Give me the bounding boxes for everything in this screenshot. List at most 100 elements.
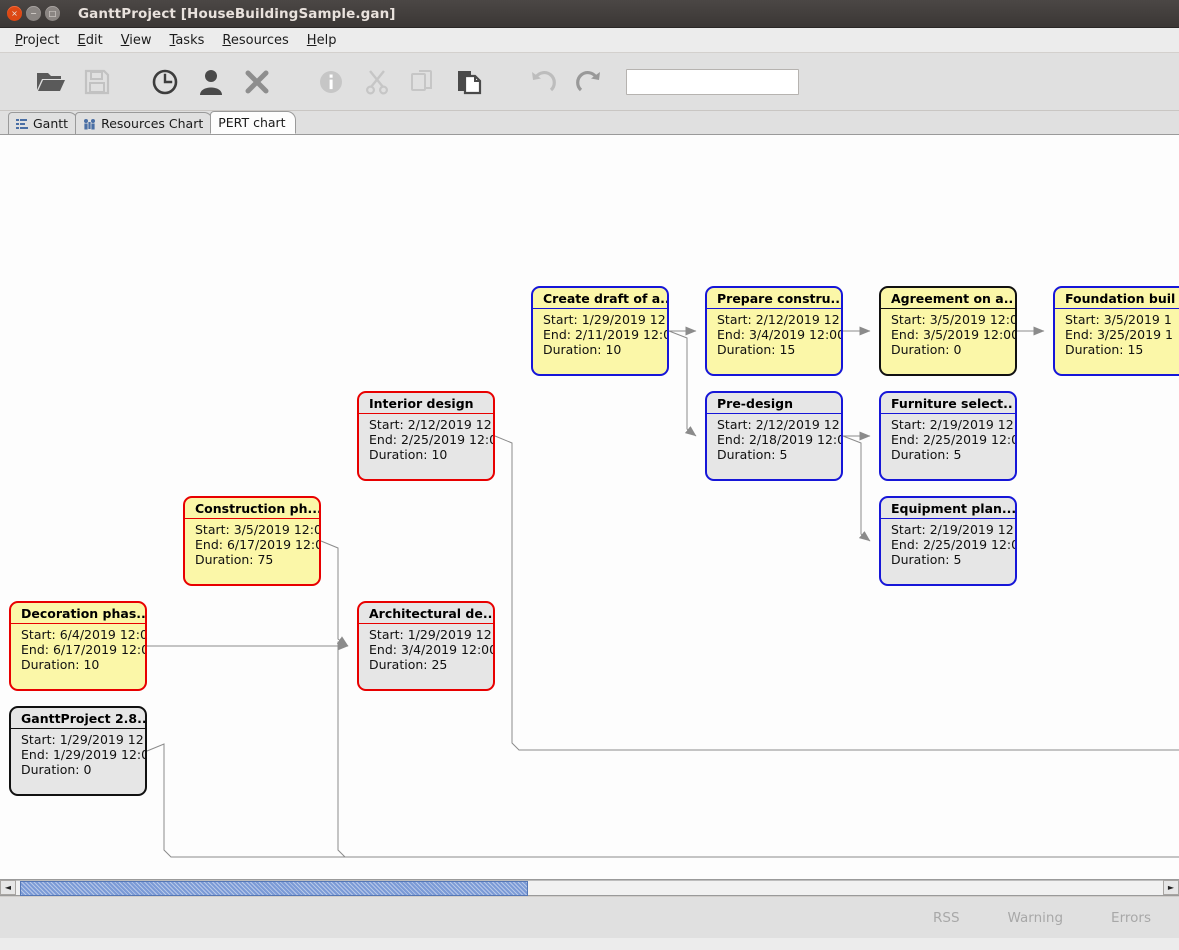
pert-node-start: Start: 1/29/2019 12:00 [369, 627, 493, 642]
scroll-right-button[interactable]: ► [1163, 880, 1179, 895]
pert-node-duration: Duration: 10 [543, 342, 622, 358]
pert-node-end: End: 2/11/2019 12:00 [543, 327, 669, 343]
save-project-button[interactable] [74, 59, 120, 105]
pert-node-duration: Duration: 5 [717, 447, 788, 463]
pert-node-duration: Duration: 15 [1065, 342, 1144, 358]
tab-pert-chart[interactable]: PERT chart [210, 111, 296, 134]
pert-node-title: Construction ph... [195, 501, 321, 516]
pert-node-body: Start: 3/5/2019 1 End: 3/25/2019 1 Durat… [1055, 309, 1179, 363]
pert-node-end: End: 2/25/2019 12:00 [891, 432, 1017, 448]
pert-node-start: Start: 3/5/2019 12:00 [891, 312, 1017, 327]
menu-bar: Project Edit View Tasks Resources Help [0, 28, 1179, 53]
pert-node-end: End: 3/25/2019 1 [1065, 327, 1173, 343]
pert-node-start: Start: 2/12/2019 12:00 [717, 417, 841, 432]
window-maximize-button[interactable]: □ [45, 6, 60, 21]
pert-node-end: End: 6/17/2019 12:00 [195, 537, 321, 553]
cut-button[interactable] [354, 59, 400, 105]
window-title: GanttProject [HouseBuildingSample.gan] [78, 5, 396, 22]
pert-node-interior-design[interactable]: Interior design Start: 2/12/2019 12:00 E… [357, 391, 495, 481]
pert-node-pre-design[interactable]: Pre-design Start: 2/12/2019 12:00 End: 2… [705, 391, 843, 481]
pert-node-decoration-phase[interactable]: Decoration phas... Start: 6/4/2019 12:00… [9, 601, 147, 691]
pert-node-duration: Duration: 25 [369, 657, 448, 673]
pert-node-end: End: 2/25/2019 12:00 [369, 432, 495, 448]
horizontal-scrollbar[interactable]: ◄ ► [0, 879, 1179, 896]
properties-button[interactable] [308, 59, 354, 105]
pert-node-end: End: 2/18/2019 12:00 [717, 432, 843, 448]
delete-button[interactable] [234, 59, 280, 105]
pert-nodes: Create draft of a.. Start: 1/29/2019 12:… [0, 135, 1179, 879]
pert-node-body: Start: 2/12/2019 12:00 End: 2/25/2019 12… [359, 414, 493, 468]
pert-node-title: Create draft of a.. [543, 291, 669, 306]
menu-edit[interactable]: Edit [69, 30, 112, 51]
pert-node-construction-phase[interactable]: Construction ph... Start: 3/5/2019 12:00… [183, 496, 321, 586]
pert-node-end: End: 3/4/2019 12:00 [717, 327, 843, 343]
pert-node-title: Decoration phas... [21, 606, 147, 621]
status-warning[interactable]: Warning [1008, 910, 1064, 926]
pert-node-ganttproject-milestone[interactable]: GanttProject 2.8... Start: 1/29/2019 12:… [9, 706, 147, 796]
pert-node-body: Start: 1/29/2019 12:00 End: 1/29/2019 12… [11, 729, 145, 783]
pert-node-furniture-selection[interactable]: Furniture select.. Start: 2/19/2019 12:0… [879, 391, 1017, 481]
scrollbar-track[interactable] [16, 880, 1163, 896]
pert-node-body: Start: 1/29/2019 12:00 End: 3/4/2019 12:… [359, 624, 493, 678]
scrollbar-thumb[interactable] [20, 881, 528, 896]
minimize-icon: − [30, 8, 37, 18]
search-input[interactable] [626, 68, 799, 95]
open-project-icon [37, 72, 65, 91]
pert-node-equipment-planning[interactable]: Equipment plan... Start: 2/19/2019 12:00… [879, 496, 1017, 586]
delete-icon [245, 70, 269, 93]
menu-resources[interactable]: Resources [213, 30, 297, 51]
pert-chart-canvas[interactable]: Create draft of a.. Start: 1/29/2019 12:… [0, 134, 1179, 879]
redo-button[interactable] [566, 59, 612, 105]
pert-node-body: Start: 2/12/2019 12:00 End: 2/18/2019 12… [707, 414, 841, 468]
pert-node-title: Architectural de.. [369, 606, 493, 621]
pert-node-start: Start: 2/19/2019 12:00 [891, 522, 1015, 537]
pert-node-body: Start: 2/19/2019 12:00 End: 2/25/2019 12… [881, 519, 1015, 573]
pert-node-foundation[interactable]: Foundation buil Start: 3/5/2019 1 End: 3… [1053, 286, 1179, 376]
new-task-icon [152, 69, 178, 94]
pert-node-end: End: 6/17/2019 12:00 [21, 642, 147, 658]
resources-icon [84, 118, 96, 129]
new-task-button[interactable] [142, 59, 188, 105]
window-minimize-button[interactable]: − [26, 6, 41, 21]
pert-node-start: Start: 3/5/2019 12:00 [195, 522, 321, 537]
tab-pert-chart-label: PERT chart [218, 115, 286, 130]
status-bar: RSS Warning Errors [0, 896, 1179, 938]
scroll-left-button[interactable]: ◄ [0, 880, 16, 895]
pert-node-end: End: 3/5/2019 12:00 [891, 327, 1017, 343]
new-resource-button[interactable] [188, 59, 234, 105]
pert-node-duration: Duration: 5 [891, 552, 962, 568]
pert-node-body: Start: 2/12/2019 12:00 End: 3/4/2019 12:… [707, 309, 841, 363]
cut-icon [365, 69, 389, 95]
pert-node-title: Prepare constru.. [717, 291, 841, 306]
undo-button[interactable] [520, 59, 566, 105]
pert-node-end: End: 1/29/2019 12:00 [21, 747, 147, 763]
pert-node-create-draft[interactable]: Create draft of a.. Start: 1/29/2019 12:… [531, 286, 669, 376]
chevron-left-icon: ◄ [4, 883, 12, 892]
pert-node-start: Start: 2/19/2019 12:00 [891, 417, 1015, 432]
menu-help[interactable]: Help [298, 30, 346, 51]
pert-node-duration: Duration: 15 [717, 342, 796, 358]
menu-tasks[interactable]: Tasks [161, 30, 214, 51]
pert-node-architectural-design[interactable]: Architectural de.. Start: 1/29/2019 12:0… [357, 601, 495, 691]
open-project-button[interactable] [28, 59, 74, 105]
status-errors[interactable]: Errors [1111, 910, 1151, 926]
menu-project[interactable]: Project [6, 30, 69, 51]
status-rss[interactable]: RSS [933, 910, 960, 926]
window-close-button[interactable]: × [7, 6, 22, 21]
pert-node-duration: Duration: 75 [195, 552, 274, 568]
pert-node-duration: Duration: 5 [891, 447, 962, 463]
pert-node-body: Start: 2/19/2019 12:00 End: 2/25/2019 12… [881, 414, 1015, 468]
menu-view[interactable]: View [112, 30, 161, 51]
tab-resources-chart[interactable]: Resources Chart [75, 112, 214, 134]
tab-gantt[interactable]: Gantt [8, 112, 79, 134]
pert-node-agreement[interactable]: Agreement on a.. Start: 3/5/2019 12:00 E… [879, 286, 1017, 376]
pert-node-prepare-construction[interactable]: Prepare constru.. Start: 2/12/2019 12:00… [705, 286, 843, 376]
pert-node-duration: Duration: 0 [21, 762, 92, 778]
paste-icon [458, 70, 482, 94]
pert-node-duration: Duration: 0 [891, 342, 962, 358]
undo-icon [532, 70, 556, 91]
title-bar: × − □ GanttProject [HouseBuildingSample.… [0, 0, 1179, 28]
paste-button[interactable] [446, 59, 492, 105]
pert-node-body: Start: 3/5/2019 12:00 End: 6/17/2019 12:… [185, 519, 319, 573]
copy-button[interactable] [400, 59, 446, 105]
